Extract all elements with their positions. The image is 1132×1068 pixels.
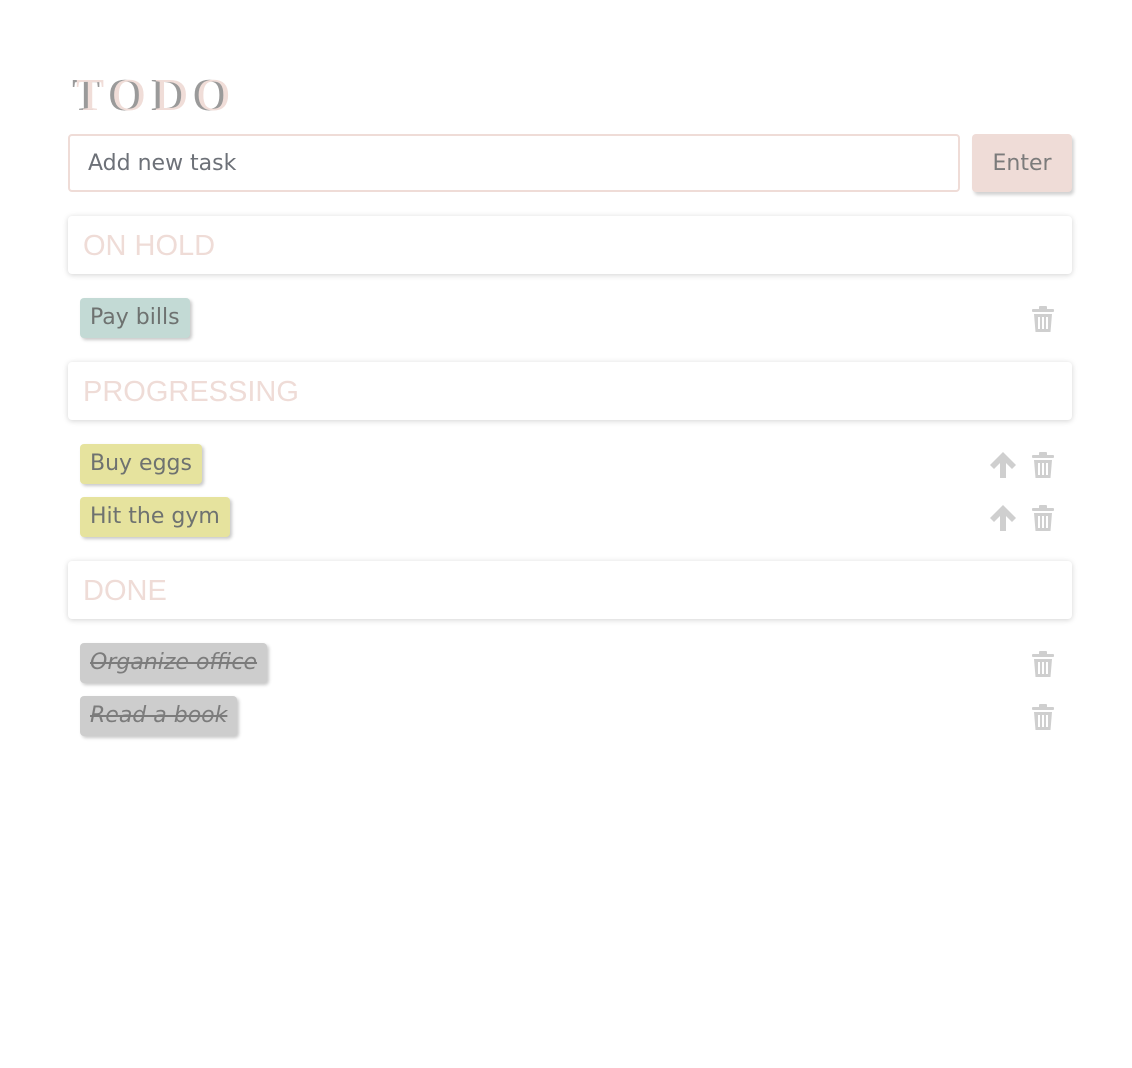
trash-icon[interactable] [1028,503,1058,533]
trash-icon[interactable] [1028,649,1058,679]
task-row: Read a book [80,696,1058,738]
task-row: Pay bills [80,298,1058,340]
trash-icon[interactable] [1028,304,1058,334]
task-chip[interactable]: Hit the gym [80,497,230,537]
task-chip[interactable]: Read a book [80,696,238,736]
task-row: Buy eggs [80,444,1058,486]
trash-icon[interactable] [1028,702,1058,732]
enter-button[interactable]: Enter [972,134,1072,192]
arrow-up-icon[interactable] [988,503,1018,533]
trash-icon[interactable] [1028,450,1058,480]
task-chip[interactable]: Pay bills [80,298,190,338]
app-title: TODO [76,69,239,120]
new-task-input[interactable] [68,134,960,192]
task-row: Hit the gym [80,497,1058,539]
task-chip[interactable]: Buy eggs [80,444,202,484]
section-header-progressing: PROGRESSING [68,362,1072,420]
section-header-on-hold: ON HOLD [68,216,1072,274]
new-task-form: Enter [68,134,1073,192]
task-row: Organize office [80,643,1058,685]
section-header-done: DONE [68,561,1072,619]
task-chip[interactable]: Organize office [80,643,268,683]
arrow-up-icon[interactable] [988,450,1018,480]
